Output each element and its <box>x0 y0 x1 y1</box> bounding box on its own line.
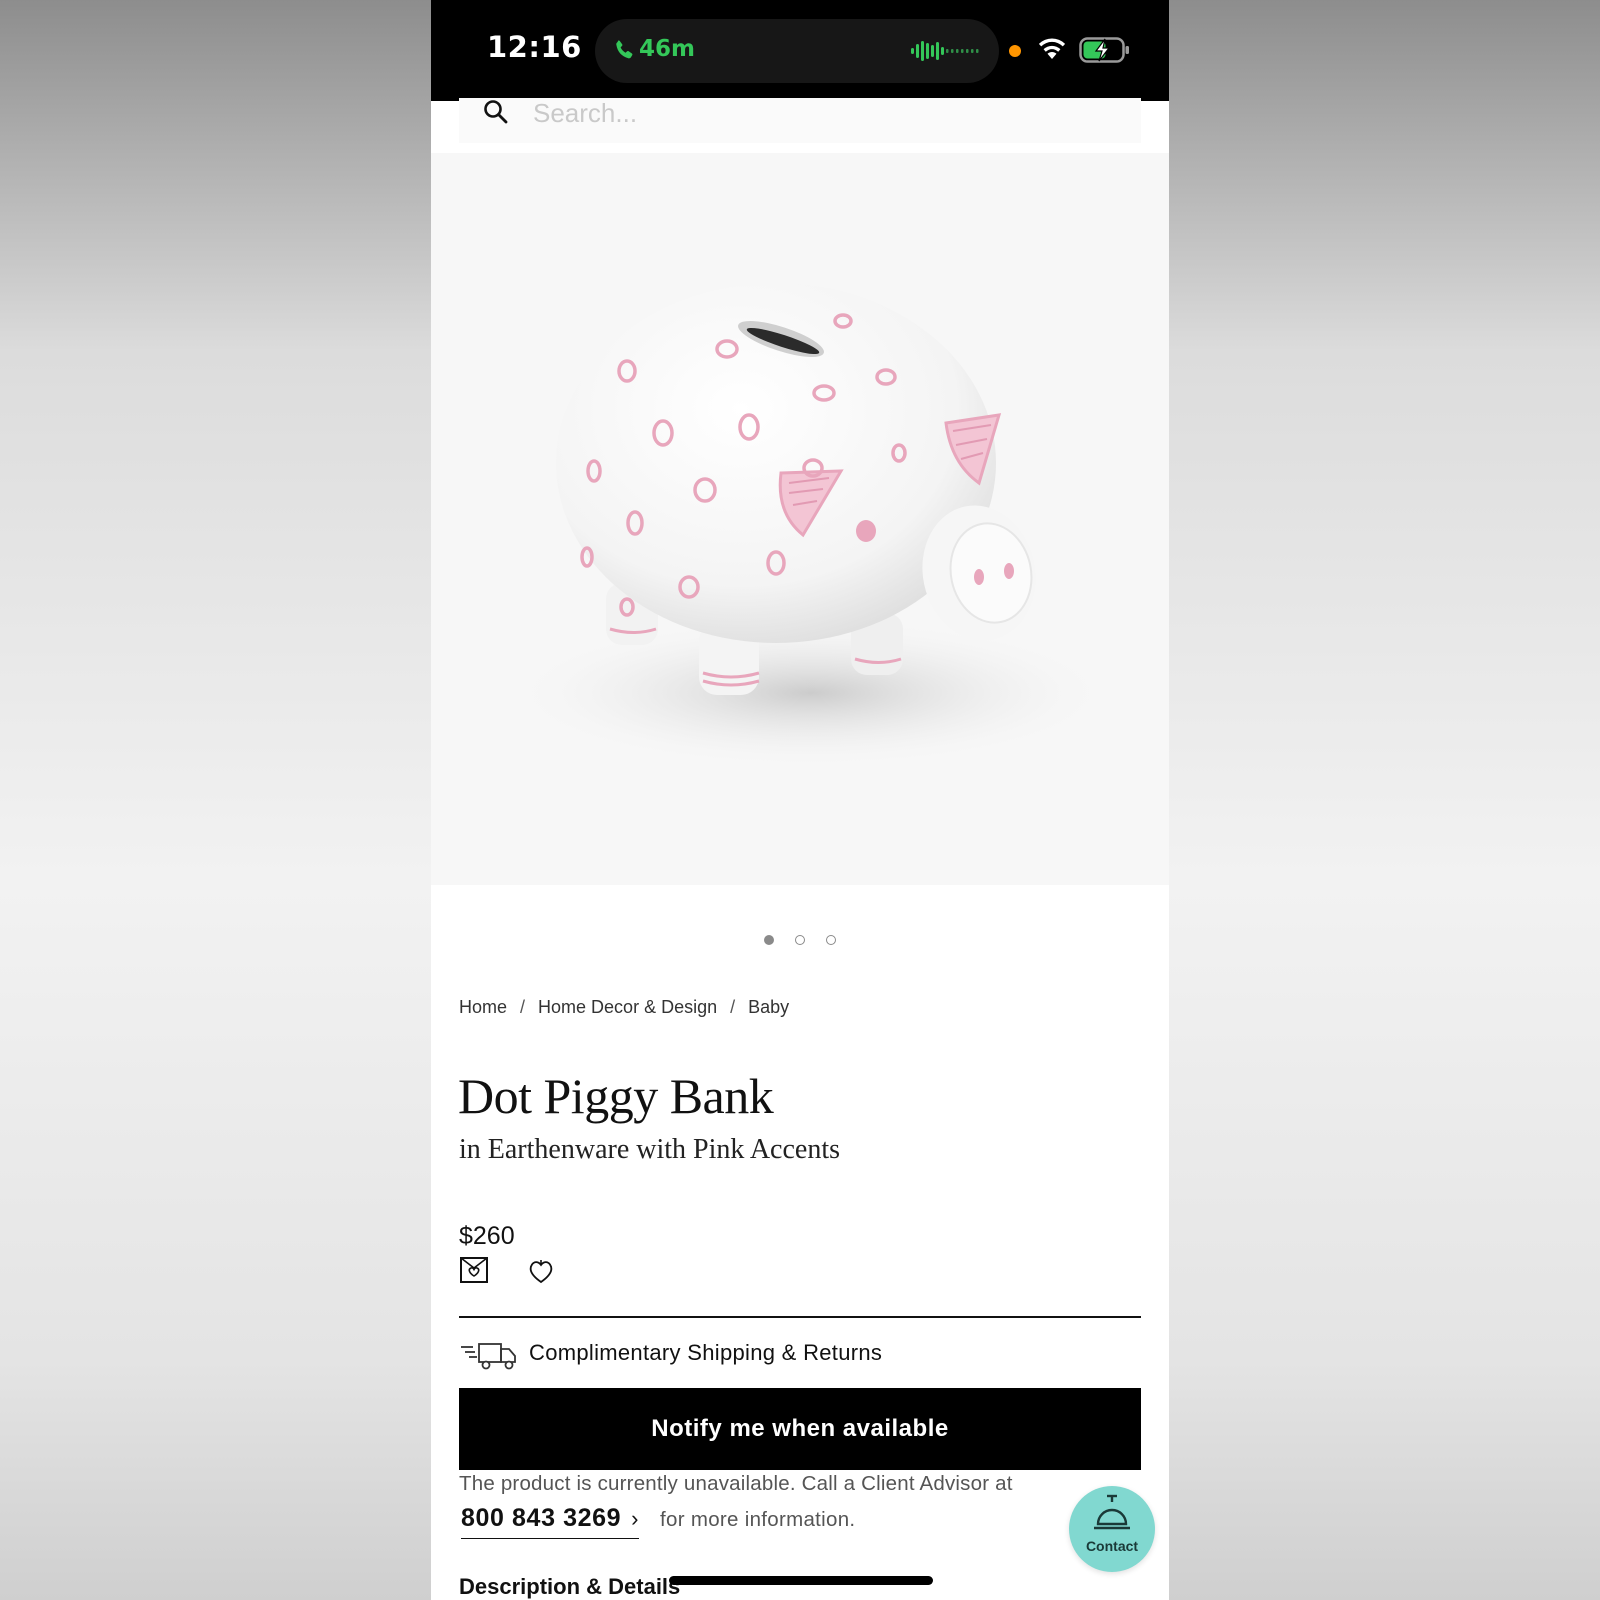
breadcrumb-separator: / <box>520 997 526 1017</box>
contact-button[interactable]: Contact <box>1069 1486 1155 1572</box>
chevron-right-icon: › <box>631 1506 640 1531</box>
search-input[interactable] <box>533 98 1093 128</box>
section-divider <box>459 1316 1141 1318</box>
carousel-dot-1[interactable] <box>763 935 774 945</box>
phone-screen: 12:16 46m Search... Home / Home Decor & … <box>431 0 1169 1600</box>
breadcrumb: Home / Home Decor & Design / Baby <box>459 997 789 1018</box>
breadcrumb-home[interactable]: Home <box>459 997 507 1017</box>
dynamic-island-call[interactable]: 46m <box>595 19 999 83</box>
product-price: $260 <box>459 1222 515 1250</box>
breadcrumb-baby[interactable]: Baby <box>748 997 789 1017</box>
shipping-label[interactable]: Complimentary Shipping & Returns <box>529 1340 882 1366</box>
product-image[interactable] <box>431 153 1169 885</box>
carousel-dot-2[interactable] <box>795 935 805 945</box>
contact-label: Contact <box>1085 1538 1139 1554</box>
description-details-heading[interactable]: Description & Details <box>459 1574 680 1600</box>
waveform-icon <box>911 41 979 61</box>
breadcrumb-home-decor[interactable]: Home Decor & Design <box>538 997 717 1017</box>
phone-icon <box>616 40 633 59</box>
search-icon[interactable] <box>481 98 511 128</box>
wishlist-heart-icon[interactable] <box>527 1257 555 1285</box>
home-indicator[interactable] <box>669 1576 933 1585</box>
wifi-icon <box>1038 38 1066 59</box>
more-info-text: for more information. <box>660 1508 856 1531</box>
unavailable-message: The product is currently unavailable. Ca… <box>459 1472 1013 1495</box>
recording-indicator-dot <box>1009 45 1021 57</box>
phone-number: 800 843 3269 <box>461 1504 622 1532</box>
status-bar: 12:16 46m <box>431 0 1169 101</box>
piggy-bank-illustration <box>521 283 1101 765</box>
carousel-pagination <box>431 930 1169 949</box>
product-title: Dot Piggy Bank <box>458 1068 774 1124</box>
delivery-truck-icon <box>461 1343 516 1370</box>
shopping-bag-icon[interactable] <box>459 1256 489 1284</box>
service-bell-icon <box>1094 1494 1130 1530</box>
breadcrumb-separator: / <box>730 997 736 1017</box>
notify-me-button[interactable]: Notify me when available <box>459 1388 1141 1470</box>
carousel-dot-3[interactable] <box>826 935 837 945</box>
client-advisor-phone-link[interactable]: 800 843 3269 › <box>461 1504 640 1539</box>
status-time: 12:16 <box>487 30 582 64</box>
call-duration: 46m <box>639 36 695 62</box>
search-bar[interactable] <box>459 98 1141 143</box>
battery-charging-icon <box>1079 37 1129 63</box>
product-subtitle: in Earthenware with Pink Accents <box>459 1134 841 1165</box>
